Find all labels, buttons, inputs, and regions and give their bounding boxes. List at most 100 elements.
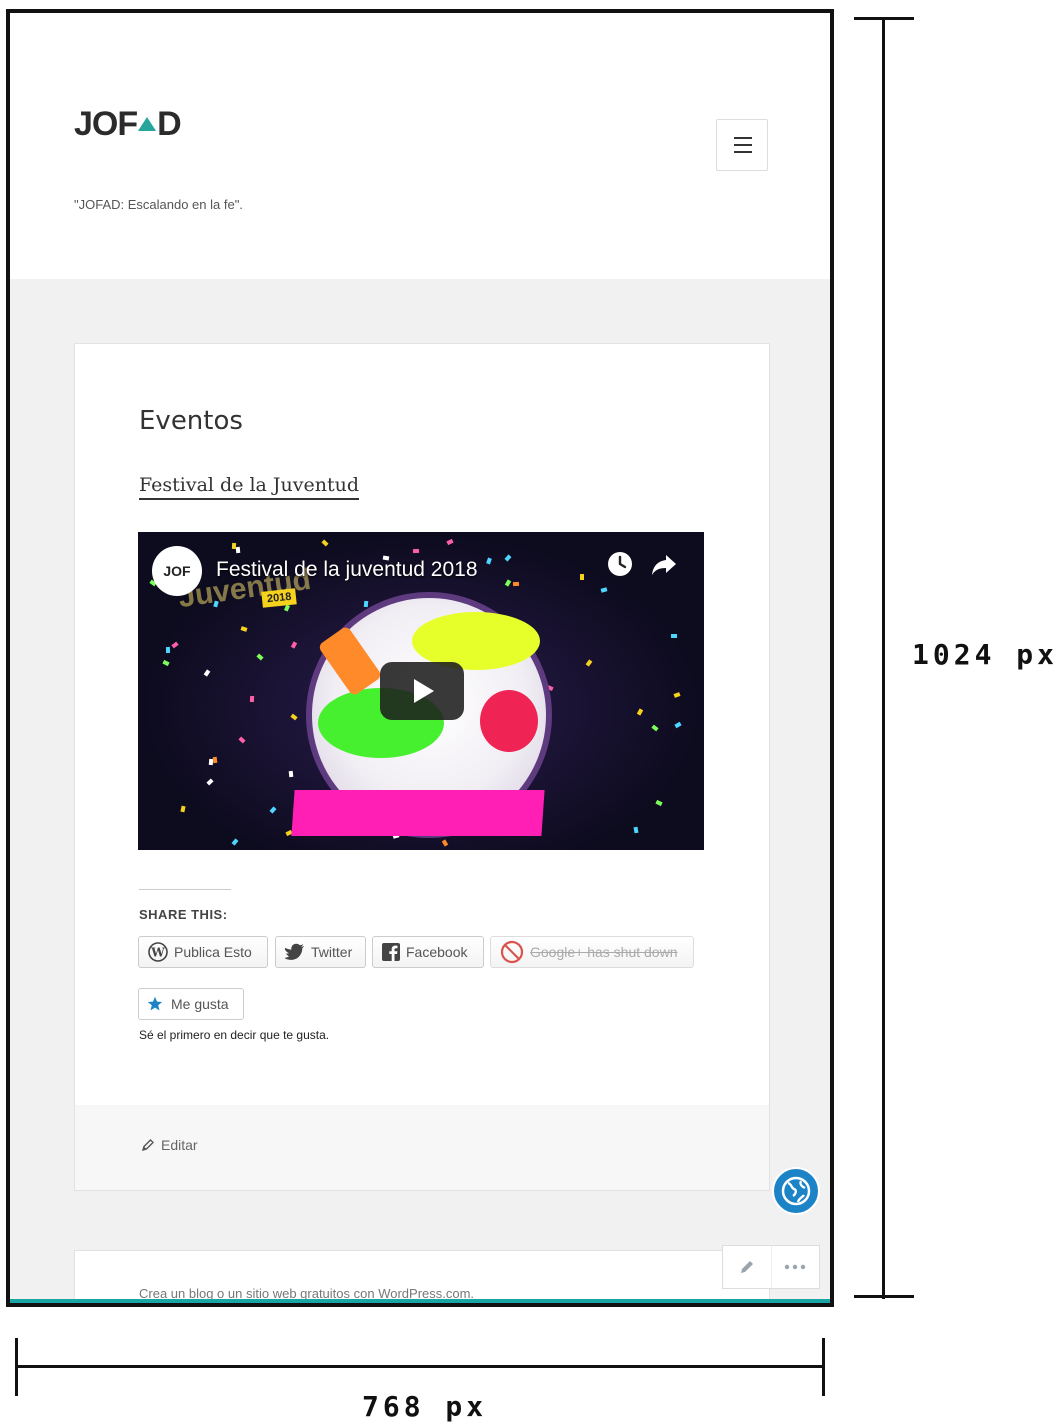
wordpress-icon: W [148, 942, 168, 962]
menu-icon-bar [734, 144, 752, 146]
floating-action-bar [722, 1245, 820, 1289]
confetti-piece [180, 805, 186, 813]
confetti-piece [486, 557, 492, 565]
logo-triangle-icon [138, 117, 157, 131]
site-tagline: "JOFAD: Escalando en la fe". [74, 197, 243, 212]
share-twitter-label: Twitter [311, 944, 353, 960]
channel-avatar[interactable]: JOF [152, 546, 202, 596]
confetti-piece [238, 736, 246, 744]
wristband-red [480, 690, 538, 752]
confetti-piece [636, 708, 644, 716]
svg-text:W: W [150, 946, 165, 960]
confetti-piece [321, 539, 329, 547]
confetti-piece [580, 574, 584, 580]
video-overlay-year: 2018 [261, 588, 298, 608]
wristband-orange [317, 625, 383, 697]
share-divider [139, 889, 231, 890]
share-google-button[interactable]: Google+ has shut down [490, 936, 694, 968]
confetti-piece [651, 724, 659, 732]
video-base-graphic [291, 790, 545, 836]
confetti-piece [600, 587, 608, 593]
globe-icon[interactable] [772, 1167, 820, 1215]
like-label: Me gusta [171, 996, 229, 1012]
edit-label: Editar [161, 1137, 198, 1153]
confetti-piece [290, 713, 298, 721]
logo-text-end: D [157, 105, 182, 143]
edit-pencil-button[interactable] [723, 1246, 772, 1288]
edit-link[interactable]: Editar [141, 1137, 198, 1153]
confetti-piece [363, 600, 369, 608]
twitter-icon [285, 943, 304, 960]
confetti-piece [585, 659, 593, 667]
width-dimension-line [15, 1365, 825, 1368]
confetti-piece [412, 548, 420, 554]
menu-icon-bar [734, 151, 752, 153]
confetti-piece [290, 641, 298, 649]
confetti-piece [240, 626, 248, 632]
confetti-piece [504, 554, 512, 562]
bottom-accent-line [10, 1299, 830, 1303]
logo-text: JOF [74, 105, 138, 143]
menu-icon-bar [734, 137, 752, 139]
video-embed[interactable]: Juventud 2018 JOF Festival de la juventu… [138, 532, 704, 850]
share-facebook-label: Facebook [406, 944, 468, 960]
more-dots-icon [785, 1264, 806, 1270]
confetti-piece [249, 695, 255, 703]
more-options-button[interactable] [772, 1246, 820, 1288]
confetti-piece [512, 581, 520, 587]
height-dimension-label: 1024 px [912, 638, 1056, 671]
share-twitter-button[interactable]: Twitter [275, 936, 366, 968]
share-heading: SHARE THIS: [139, 907, 228, 922]
star-icon [147, 996, 163, 1011]
share-google-label: Google+ has shut down [530, 944, 678, 960]
confetti-piece [206, 778, 214, 786]
confetti-piece [171, 641, 179, 649]
prohibited-icon [500, 940, 524, 964]
like-note: Sé el primero en decir que te gusta. [139, 1028, 330, 1042]
height-dimension-line [882, 17, 885, 1299]
confetti-piece [655, 799, 663, 807]
confetti-piece [269, 806, 277, 814]
confetti-piece [674, 721, 682, 729]
pencil-icon [740, 1261, 753, 1273]
share-facebook-button[interactable]: Facebook [372, 936, 484, 968]
device-frame: JOF D "JOFAD: Escalando en la fe". Evento… [6, 9, 834, 1307]
clock-icon[interactable] [606, 550, 634, 578]
confetti-piece [231, 838, 239, 846]
post-footer: Editar [75, 1105, 769, 1190]
width-dimension-right-tick [822, 1338, 825, 1396]
confetti-piece [203, 669, 211, 677]
play-icon [414, 679, 434, 703]
video-title[interactable]: Festival de la juventud 2018 [216, 558, 478, 582]
confetti-piece [212, 756, 218, 764]
share-wordpress-label: Publica Esto [174, 944, 252, 960]
menu-toggle-button[interactable] [716, 119, 768, 171]
confetti-piece [670, 633, 678, 639]
site-header: JOF D "JOFAD: Escalando en la fe". [10, 13, 830, 279]
post-card: Eventos Festival de la Juventud Juventud… [74, 343, 770, 1191]
confetti-piece [633, 826, 639, 834]
confetti-piece [165, 646, 171, 654]
height-dimension-bottom-tick [854, 1295, 914, 1298]
play-button[interactable] [380, 662, 464, 720]
confetti-piece [673, 692, 681, 698]
share-icon[interactable] [650, 550, 678, 578]
confetti-piece [446, 538, 454, 546]
site-logo[interactable]: JOF D [74, 105, 182, 144]
confetti-piece [504, 579, 512, 587]
confetti-piece [231, 542, 237, 550]
like-button[interactable]: Me gusta [138, 988, 244, 1020]
post-link[interactable]: Festival de la Juventud [139, 474, 360, 500]
page-title: Eventos [139, 406, 243, 436]
confetti-piece [441, 839, 449, 847]
confetti-piece [235, 546, 241, 554]
share-wordpress-button[interactable]: W Publica Esto [138, 936, 268, 968]
confetti-piece [283, 604, 291, 612]
confetti-piece [288, 770, 294, 778]
pencil-icon [141, 1139, 154, 1152]
confetti-piece [256, 653, 264, 661]
confetti-piece [162, 659, 170, 667]
facebook-icon [382, 943, 400, 961]
width-dimension-label: 768 px [362, 1390, 488, 1423]
globe-graphic [781, 1176, 811, 1206]
